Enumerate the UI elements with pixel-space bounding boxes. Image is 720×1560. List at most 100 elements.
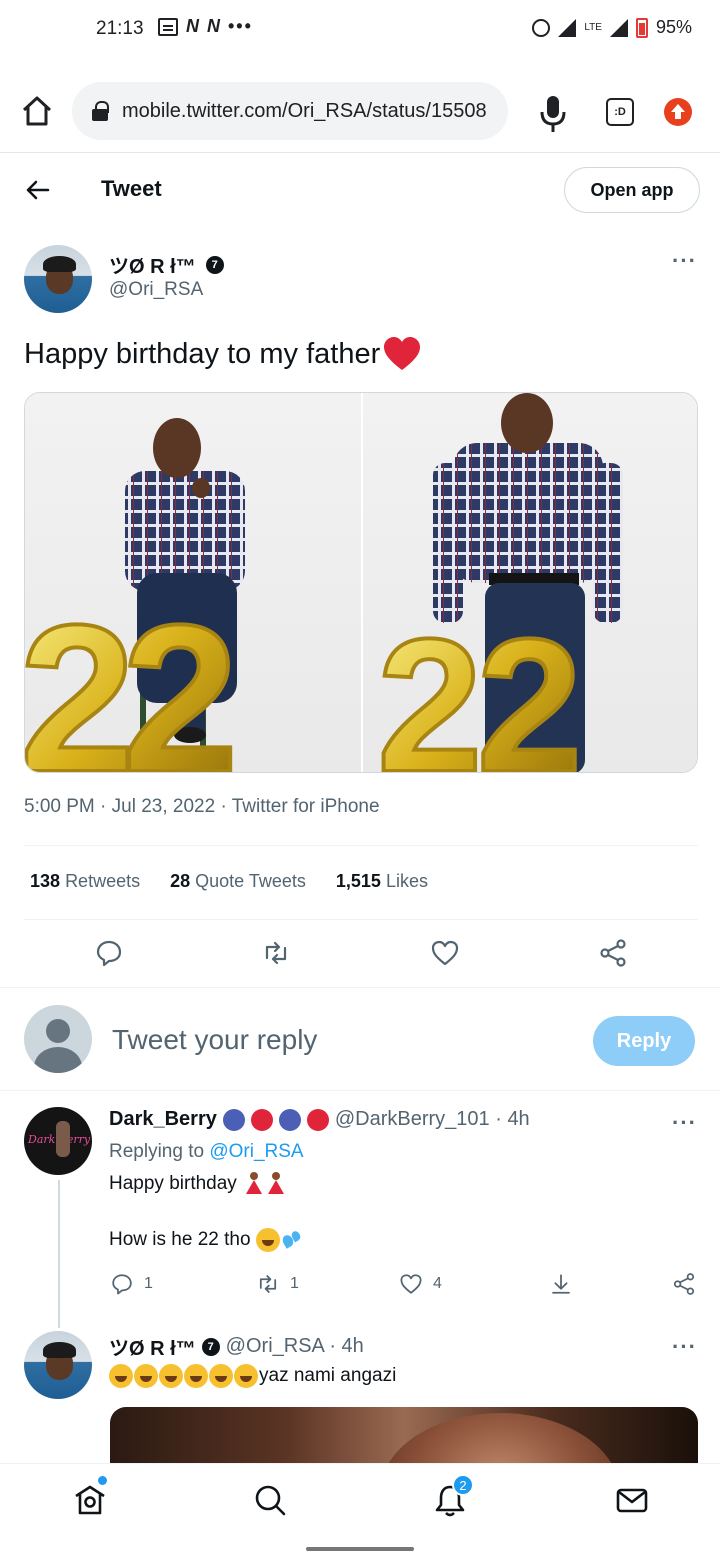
verified-badge-icon: 7 — [201, 1337, 220, 1356]
author-handle[interactable]: @Ori_RSA — [109, 279, 203, 301]
tab-switcher-icon[interactable]: :D — [606, 98, 634, 126]
retweets-label: Retweets — [65, 871, 141, 891]
update-icon[interactable] — [664, 98, 692, 126]
mic-icon[interactable] — [538, 94, 568, 134]
gesture-bar[interactable] — [306, 1547, 414, 1551]
reply-save-action[interactable] — [549, 1272, 573, 1296]
address-bar[interactable]: mobile.twitter.com/Ori_RSA/status/15508 — [72, 82, 508, 140]
replying-to-label: Replying to — [109, 1141, 205, 1162]
signal-icon — [558, 18, 577, 37]
author-name-text: ツØ R ł™ — [109, 256, 196, 278]
retweets-count: 138 — [30, 871, 61, 891]
share-icon[interactable] — [598, 938, 628, 968]
reply-author-2[interactable]: ツØ R ł™ 7 @Ori_RSA · 4h — [109, 1332, 364, 1361]
reply-display-name: Dark_Berry — [109, 1108, 217, 1130]
divider — [24, 845, 698, 846]
quote-tweets-count: 28 — [170, 871, 191, 891]
balloon-number-left: 22 — [25, 581, 231, 772]
rofl-emoji-icon — [255, 1228, 280, 1252]
reply-icon — [112, 1274, 132, 1295]
rofl-emoji-icon — [234, 1364, 258, 1388]
photo-left[interactable]: 22 — [25, 393, 361, 772]
home-tab-icon[interactable] — [72, 1482, 108, 1518]
divider — [0, 987, 720, 988]
alarm-icon — [532, 18, 551, 37]
browser-toolbar: mobile.twitter.com/Ori_RSA/status/15508 … — [0, 72, 720, 152]
url-text: mobile.twitter.com/Ori_RSA/status/15508 — [122, 99, 487, 122]
reply-share-action[interactable] — [672, 1272, 696, 1296]
share-icon — [673, 1273, 695, 1295]
tweet-header: Tweet Open app — [0, 160, 720, 220]
retweet-icon[interactable] — [261, 938, 291, 968]
replying-to-handle[interactable]: @Ori_RSA — [209, 1141, 303, 1163]
reply-avatar-darkberry[interactable]: Dark Berry — [24, 1107, 92, 1175]
strawberry-emoji-icon — [306, 1108, 329, 1131]
like-icon[interactable] — [430, 938, 460, 968]
reply-handle-time: @DarkBerry_101 · 4h — [334, 1108, 530, 1130]
reply-more-options-icon[interactable]: ··· — [672, 1110, 697, 1136]
quote-tweets-stat[interactable]: 28 Quote Tweets — [170, 871, 306, 892]
tweet-text-content: Happy birthday to my father — [24, 337, 381, 370]
download-icon — [552, 1274, 570, 1294]
likes-count: 1,515 — [335, 871, 381, 891]
author-display-name[interactable]: ツØ R ł™ 7 — [109, 250, 224, 279]
reply-text-1: Happy birthday — [109, 1173, 237, 1194]
battery-icon — [635, 17, 648, 38]
reply-retweet-count: 1 — [290, 1275, 299, 1292]
signal-icon-2 — [609, 18, 628, 37]
more-options-icon[interactable]: ··· — [672, 248, 697, 274]
replying-to: Replying to @Ori_RSA — [109, 1141, 304, 1163]
photo-right[interactable]: 22 — [361, 393, 697, 772]
retweets-stat[interactable]: 138 Retweets — [30, 871, 140, 892]
blueberries-emoji-icon — [222, 1108, 245, 1131]
photo-right-image: 22 — [375, 393, 623, 772]
reply-retweet-action[interactable]: 1 — [256, 1272, 299, 1296]
strawberry-emoji-icon — [250, 1108, 273, 1131]
status-notification-icons: N N ••• — [158, 16, 253, 37]
notifications-badge: 2 — [452, 1474, 474, 1496]
reply-like-count: 4 — [433, 1275, 442, 1292]
divider — [0, 152, 720, 153]
more-notifications-icon: ••• — [228, 16, 253, 36]
page-title: Tweet — [101, 176, 162, 201]
author-avatar[interactable] — [24, 245, 92, 313]
messages-tab-icon[interactable] — [614, 1482, 650, 1518]
status-bar: 21:13 N N ••• LTE 95% — [0, 0, 720, 60]
search-tab-icon[interactable] — [252, 1482, 288, 1518]
message-notification-icon — [158, 17, 178, 36]
retweet-icon — [259, 1275, 277, 1293]
likes-stat[interactable]: 1,515 Likes — [336, 871, 428, 892]
reply-text-line-1: Happy birthday — [109, 1172, 286, 1196]
reply-more-options-icon-2[interactable]: ··· — [672, 1334, 697, 1360]
tweet-stats: 138 Retweets 28 Quote Tweets 1,515 Likes — [30, 871, 428, 892]
reply-input[interactable]: Tweet your reply — [112, 1024, 317, 1056]
reply-display-name-2: ツØ R ł™ — [109, 1338, 196, 1360]
open-app-button[interactable]: Open app — [564, 167, 700, 213]
tweet-timestamp[interactable]: 5:00 PM · Jul 23, 2022 · Twitter for iPh… — [24, 796, 380, 818]
reply-handle-time-2: @Ori_RSA · 4h — [225, 1335, 364, 1357]
reply-text-line-2: How is he 22 tho — [109, 1228, 303, 1252]
tweet-photo[interactable]: 22 22 — [24, 392, 698, 773]
reply-button[interactable]: Reply — [593, 1016, 695, 1066]
verified-badge-icon: 7 — [205, 255, 224, 274]
lte-label: LTE — [584, 22, 602, 33]
reply-like-action[interactable]: 4 — [399, 1272, 442, 1296]
reply-actions: 1 1 4 — [110, 1272, 700, 1300]
reply-avatar-ori[interactable] — [24, 1331, 92, 1399]
reply-2-text: yaz nami angazi — [109, 1364, 396, 1388]
home-icon[interactable] — [20, 94, 54, 128]
reply-2-text-content: yaz nami angazi — [259, 1365, 397, 1386]
reply-icon[interactable] — [94, 938, 124, 968]
reply-author[interactable]: Dark_Berry @DarkBerry_101 · 4h — [109, 1108, 530, 1131]
thread-line — [58, 1180, 60, 1328]
rofl-emoji-icon — [109, 1364, 133, 1388]
n-notification-icon-2: N — [207, 16, 220, 36]
reply-reply-action[interactable]: 1 — [110, 1272, 153, 1296]
tweet-actions — [0, 932, 720, 976]
new-content-dot — [98, 1476, 107, 1485]
n-notification-icon: N — [186, 16, 199, 36]
status-time: 21:13 — [96, 18, 144, 39]
back-arrow-icon[interactable] — [24, 176, 52, 204]
status-system-icons: LTE 95% — [532, 17, 692, 38]
like-icon — [400, 1274, 422, 1294]
